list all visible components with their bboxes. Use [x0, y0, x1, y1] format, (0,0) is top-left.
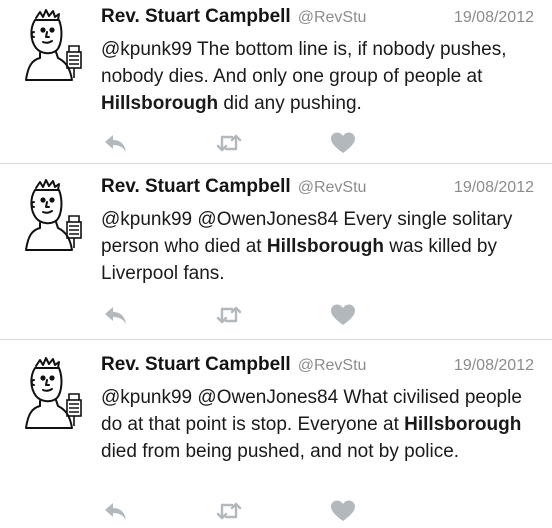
author-handle[interactable]: @RevStu — [298, 9, 367, 27]
reply-icon — [105, 503, 126, 520]
retweet-button[interactable] — [214, 130, 244, 156]
tweet-text-part: died from being pushed, and not by polic… — [101, 441, 460, 462]
retweet-button[interactable] — [214, 498, 244, 524]
tweet-text: @kpunk99 The bottom line is, if nobody p… — [101, 36, 538, 117]
retweet-icon — [216, 134, 242, 152]
cartoon-avatar-icon — [25, 9, 82, 81]
retweet-icon — [216, 306, 242, 324]
tweet-text: @kpunk99 @OwenJones84 Every single solit… — [101, 206, 538, 287]
tweet-header: Rev. Stuart Campbell @RevStu 19/08/2012 — [101, 6, 534, 36]
heart-icon — [331, 304, 355, 325]
like-button[interactable] — [328, 498, 358, 524]
author-name[interactable]: Rev. Stuart Campbell — [101, 6, 291, 28]
retweet-icon — [216, 502, 242, 520]
retweet-button[interactable] — [214, 302, 244, 328]
avatar[interactable] — [16, 176, 92, 252]
tweet-text-bold: Hillsborough — [101, 93, 219, 114]
tweet[interactable]: Rev. Stuart Campbell @RevStu 19/08/2012 … — [0, 340, 552, 528]
avatar[interactable] — [16, 6, 92, 82]
tweet-text-part: did any pushing. — [218, 93, 362, 114]
tweet-text-part: @kpunk99 The bottom line is, if nobody p… — [101, 39, 507, 87]
tweet[interactable]: Rev. Stuart Campbell @RevStu 19/08/2012 … — [0, 0, 552, 164]
tweet-actions — [100, 498, 370, 524]
author-name[interactable]: Rev. Stuart Campbell — [101, 354, 291, 376]
reply-button[interactable] — [100, 130, 130, 156]
tweet-text-bold: Hillsborough — [404, 414, 522, 435]
tweet-text: @kpunk99 @OwenJones84 What civilised peo… — [101, 384, 538, 465]
cartoon-avatar-icon — [25, 357, 82, 429]
reply-button[interactable] — [100, 302, 130, 328]
author-handle[interactable]: @RevStu — [298, 357, 367, 375]
tweet-date[interactable]: 19/08/2012 — [454, 179, 534, 197]
tweet-header: Rev. Stuart Campbell @RevStu 19/08/2012 — [101, 354, 534, 384]
tweet-header: Rev. Stuart Campbell @RevStu 19/08/2012 — [101, 176, 534, 206]
tweet-date[interactable]: 19/08/2012 — [454, 357, 534, 375]
tweet-actions — [100, 302, 370, 328]
reply-icon — [105, 307, 126, 324]
tweet-feed: Rev. Stuart Campbell @RevStu 19/08/2012 … — [0, 0, 552, 528]
heart-icon — [331, 132, 355, 153]
reply-icon — [105, 135, 126, 152]
tweet-text-bold: Hillsborough — [266, 236, 384, 257]
author-handle[interactable]: @RevStu — [298, 179, 367, 197]
heart-icon — [331, 500, 355, 521]
tweet-actions — [100, 130, 370, 156]
tweet[interactable]: Rev. Stuart Campbell @RevStu 19/08/2012 … — [0, 164, 552, 340]
like-button[interactable] — [328, 302, 358, 328]
avatar[interactable] — [16, 354, 92, 430]
like-button[interactable] — [328, 130, 358, 156]
author-name[interactable]: Rev. Stuart Campbell — [101, 176, 291, 198]
cartoon-avatar-icon — [25, 179, 82, 251]
tweet-date[interactable]: 19/08/2012 — [454, 9, 534, 27]
reply-button[interactable] — [100, 498, 130, 524]
